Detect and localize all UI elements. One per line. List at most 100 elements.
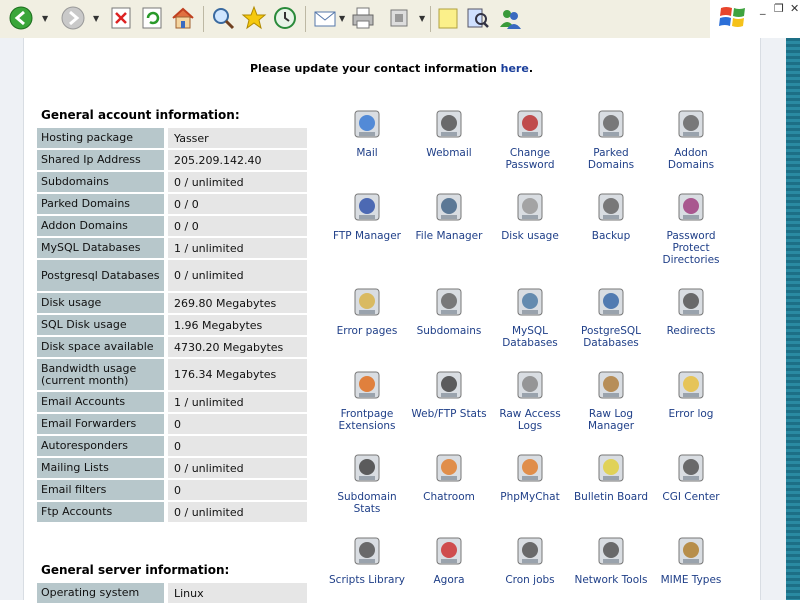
edit-icon[interactable]: [386, 5, 412, 31]
raw-access-logs-icon[interactable]: [512, 367, 548, 403]
forward-icon[interactable]: [60, 5, 86, 31]
tool-label[interactable]: Bulletin Board: [571, 491, 651, 503]
vertical-scrollbar[interactable]: [786, 38, 800, 600]
tool-redirects[interactable]: Redirects: [651, 284, 731, 337]
tool-backup[interactable]: Backup: [571, 189, 651, 242]
postgresql-icon[interactable]: [593, 284, 629, 320]
tool-change-password[interactable]: Change Password: [490, 106, 570, 171]
tool-mime-types[interactable]: MIME Types: [651, 533, 731, 586]
tool-mail[interactable]: Mail: [327, 106, 407, 159]
tool-subdomain-stats[interactable]: Subdomain Stats: [327, 450, 407, 515]
agora-icon[interactable]: [431, 533, 467, 569]
tool-error-pages[interactable]: Error pages: [327, 284, 407, 337]
tool-label[interactable]: Cron jobs: [490, 574, 570, 586]
tool-raw-log-manager[interactable]: Raw Log Manager: [571, 367, 651, 432]
tool-addon-domains[interactable]: Addon Domains: [651, 106, 731, 171]
restore-icon[interactable]: ❐: [774, 2, 784, 15]
tool-webmail[interactable]: Webmail: [409, 106, 489, 159]
tool-label[interactable]: File Manager: [409, 230, 489, 242]
cgi-center-icon[interactable]: [673, 450, 709, 486]
tool-label[interactable]: Redirects: [651, 325, 731, 337]
tool-label[interactable]: Backup: [571, 230, 651, 242]
tool-label[interactable]: Webmail: [409, 147, 489, 159]
mail-icon[interactable]: [312, 5, 338, 31]
tool-label[interactable]: Raw Access Logs: [490, 408, 570, 432]
webmail-icon[interactable]: [431, 106, 467, 142]
error-log-icon[interactable]: [673, 367, 709, 403]
tool-label[interactable]: Frontpage Extensions: [327, 408, 407, 432]
tool-web-ftp-stats[interactable]: Web/FTP Stats: [409, 367, 489, 420]
password-protect-icon[interactable]: [673, 189, 709, 225]
forward-dropdown-icon[interactable]: ▼: [93, 14, 99, 23]
tool-label[interactable]: Password Protect Directories: [651, 230, 731, 266]
tool-label[interactable]: MySQL Databases: [490, 325, 570, 349]
tool-label[interactable]: Error pages: [327, 325, 407, 337]
bulletin-board-icon[interactable]: [593, 450, 629, 486]
tool-scripts-library[interactable]: Scripts Library: [327, 533, 407, 586]
history-icon[interactable]: [272, 5, 298, 31]
network-tools-icon[interactable]: [593, 533, 629, 569]
tool-label[interactable]: CGI Center: [651, 491, 731, 503]
chatroom-icon[interactable]: [431, 450, 467, 486]
disk-usage-icon[interactable]: [512, 189, 548, 225]
tool-ftp-manager[interactable]: FTP Manager: [327, 189, 407, 242]
print-icon[interactable]: [350, 5, 376, 31]
tool-label[interactable]: Disk usage: [490, 230, 570, 242]
refresh-icon[interactable]: [139, 5, 165, 31]
mail-dropdown-icon[interactable]: ▼: [339, 14, 345, 23]
tool-postgresql[interactable]: PostgreSQL Databases: [571, 284, 651, 349]
tool-label[interactable]: Raw Log Manager: [571, 408, 651, 432]
contact-here-link[interactable]: here: [501, 62, 529, 75]
tool-label[interactable]: Error log: [651, 408, 731, 420]
mime-types-icon[interactable]: [673, 533, 709, 569]
tool-cron-jobs[interactable]: Cron jobs: [490, 533, 570, 586]
cron-jobs-icon[interactable]: [512, 533, 548, 569]
frontpage-icon[interactable]: [349, 367, 385, 403]
tool-password-protect[interactable]: Password Protect Directories: [651, 189, 731, 266]
tool-phpmychat[interactable]: PhpMyChat: [490, 450, 570, 503]
tool-label[interactable]: Network Tools: [571, 574, 651, 586]
tool-frontpage[interactable]: Frontpage Extensions: [327, 367, 407, 432]
subdomain-stats-icon[interactable]: [349, 450, 385, 486]
raw-log-manager-icon[interactable]: [593, 367, 629, 403]
search-icon[interactable]: [210, 5, 236, 31]
tool-label[interactable]: Agora: [409, 574, 489, 586]
tool-error-log[interactable]: Error log: [651, 367, 731, 420]
research-icon[interactable]: [465, 5, 491, 31]
tool-disk-usage[interactable]: Disk usage: [490, 189, 570, 242]
stop-icon[interactable]: [108, 5, 134, 31]
tool-file-manager[interactable]: File Manager: [409, 189, 489, 242]
tool-label[interactable]: Scripts Library: [327, 574, 407, 586]
change-password-icon[interactable]: [512, 106, 548, 142]
error-pages-icon[interactable]: [349, 284, 385, 320]
tool-raw-access-logs[interactable]: Raw Access Logs: [490, 367, 570, 432]
close-icon[interactable]: ✕: [790, 2, 799, 15]
minimize-icon[interactable]: _: [760, 2, 766, 15]
mail-icon[interactable]: [349, 106, 385, 142]
tool-label[interactable]: PostgreSQL Databases: [571, 325, 651, 349]
notes-icon[interactable]: [435, 5, 461, 31]
tool-mysql[interactable]: MySQL Databases: [490, 284, 570, 349]
mysql-icon[interactable]: [512, 284, 548, 320]
tool-label[interactable]: Subdomain Stats: [327, 491, 407, 515]
tool-label[interactable]: Parked Domains: [571, 147, 651, 171]
tool-label[interactable]: MIME Types: [651, 574, 731, 586]
tool-label[interactable]: FTP Manager: [327, 230, 407, 242]
home-icon[interactable]: [170, 5, 196, 31]
tool-parked-domains[interactable]: Parked Domains: [571, 106, 651, 171]
favorites-icon[interactable]: [241, 5, 267, 31]
edit-dropdown-icon[interactable]: ▼: [419, 14, 425, 23]
backup-icon[interactable]: [593, 189, 629, 225]
back-dropdown-icon[interactable]: ▼: [42, 14, 48, 23]
tool-label[interactable]: PhpMyChat: [490, 491, 570, 503]
tool-subdomains[interactable]: Subdomains: [409, 284, 489, 337]
tool-label[interactable]: Web/FTP Stats: [409, 408, 489, 420]
back-icon[interactable]: [8, 5, 34, 31]
ftp-manager-icon[interactable]: [349, 189, 385, 225]
tool-label[interactable]: Addon Domains: [651, 147, 731, 171]
redirects-icon[interactable]: [673, 284, 709, 320]
tool-label[interactable]: Change Password: [490, 147, 570, 171]
messenger-icon[interactable]: [497, 5, 523, 31]
tool-cgi-center[interactable]: CGI Center: [651, 450, 731, 503]
tool-chatroom[interactable]: Chatroom: [409, 450, 489, 503]
